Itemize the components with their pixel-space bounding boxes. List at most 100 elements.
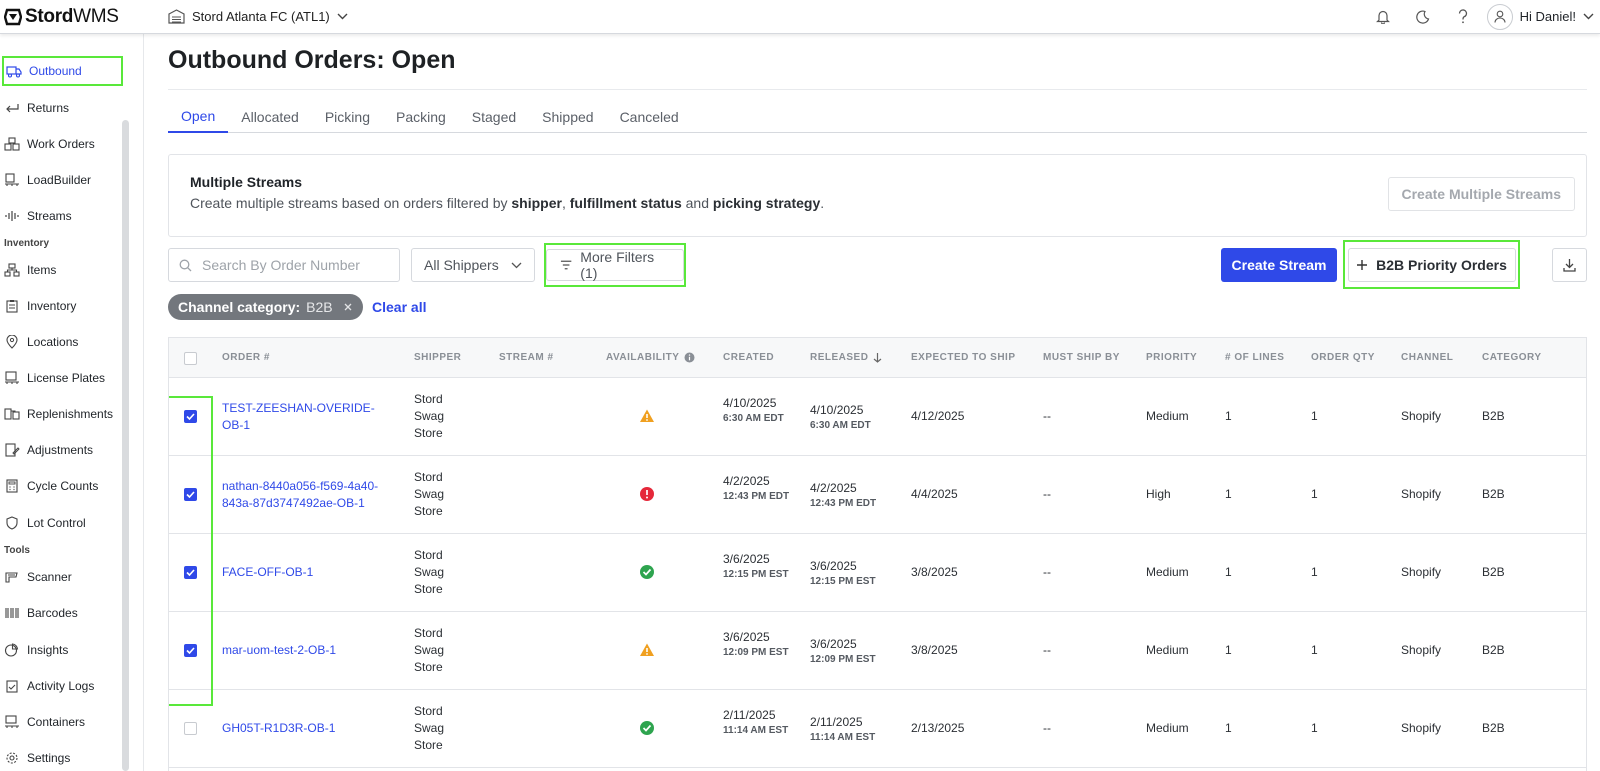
sidebar-item-activity-logs[interactable]: Activity Logs [4, 671, 122, 701]
sidebar-item-inventory[interactable]: Inventory [4, 291, 122, 321]
column-header-priority[interactable]: PRIORITY [1146, 352, 1197, 363]
user-menu[interactable]: Hi Daniel! [1486, 3, 1594, 30]
sidebar-item-outbound[interactable]: Outbound [2, 56, 123, 86]
sidebar-item-barcodes[interactable]: Barcodes [4, 598, 122, 628]
priority-cell: Medium [1146, 409, 1189, 423]
row-checkbox[interactable] [184, 722, 197, 735]
order-qty-cell: 1 [1311, 409, 1318, 423]
sidebar-item-lot-control[interactable]: Lot Control [4, 508, 122, 538]
created-cell: 3/6/2025 12:09 PM EST [723, 630, 789, 658]
order-number-link[interactable]: GH05T-R1D3R-OB-1 [222, 720, 382, 737]
column-header-category[interactable]: CATEGORY [1482, 352, 1542, 363]
order-number-link[interactable]: mar-uom-test-2-OB-1 [222, 642, 382, 659]
filter-chip-key: Channel category: [178, 299, 301, 315]
create-multiple-streams-button[interactable]: Create Multiple Streams [1387, 177, 1575, 211]
pallet-icon [5, 173, 19, 186]
close-icon[interactable] [343, 302, 353, 312]
priority-cell: Medium [1146, 565, 1189, 579]
column-header-channel[interactable]: CHANNEL [1401, 352, 1453, 363]
table-row[interactable]: mar-uom-test-2-OB-1 Stord Swag Store 3/6… [169, 612, 1586, 690]
download-button[interactable] [1552, 248, 1587, 282]
sidebar-item-items[interactable]: Items [4, 255, 122, 285]
more-filters-button[interactable]: More Filters (1) [546, 249, 684, 281]
column-header-lines[interactable]: # OF LINES [1225, 352, 1284, 363]
column-header-order-qty[interactable]: ORDER QTY [1311, 352, 1375, 363]
dark-mode-moon-icon[interactable] [1403, 0, 1443, 34]
category-cell: B2B [1482, 409, 1505, 423]
sidebar-item-adjustments[interactable]: Adjustments [4, 435, 122, 465]
shipper-cell: Stord Swag Store [414, 626, 445, 674]
sidebar-item-scanner[interactable]: Scanner [4, 562, 122, 592]
lines-cell: 1 [1225, 409, 1232, 423]
search-input[interactable] [202, 257, 382, 273]
sidebar-item-work-orders[interactable]: Work Orders [4, 129, 122, 159]
b2b-priority-highlight: B2B Priority Orders [1343, 240, 1520, 289]
sidebar-item-label: Containers [27, 715, 86, 729]
active-filter-chip: Channel category: B2B [168, 294, 363, 320]
must-ship-by-cell: -- [1043, 409, 1051, 423]
shipper-filter-dropdown[interactable]: All Shippers [411, 248, 535, 282]
facility-name: Stord Atlanta FC (ATL1) [192, 9, 330, 24]
warning-icon [640, 643, 654, 656]
sidebar-item-label: Settings [27, 751, 71, 765]
created-cell: 3/6/2025 12:15 PM EST [723, 552, 789, 580]
column-header-availability[interactable]: AVAILABILITY [606, 352, 695, 363]
table-row[interactable]: TEST-ZEESHAN-OVERIDE-OB-1 Stord Swag Sto… [169, 378, 1586, 456]
facility-selector[interactable]: Stord Atlanta FC (ATL1) [168, 9, 348, 24]
column-header-shipper[interactable]: SHIPPER [414, 352, 461, 363]
select-all-checkbox[interactable] [184, 352, 197, 365]
order-number-link[interactable]: TEST-ZEESHAN-OVERIDE-OB-1 [222, 400, 382, 434]
sidebar-item-license-plates[interactable]: License Plates [4, 363, 122, 393]
expected-ship-cell: 4/12/2025 [911, 409, 965, 423]
replenish-icon [4, 408, 20, 420]
sidebar-item-settings[interactable]: Settings [4, 743, 122, 771]
sidebar-item-loadbuilder[interactable]: LoadBuilder [4, 165, 122, 195]
table-row[interactable]: nathan-8440a056-f569-4a40-843a-87d374749… [169, 456, 1586, 534]
sidebar: Outbound Returns Work Orders LoadBuilder… [0, 34, 132, 771]
tab-packing[interactable]: Packing [383, 100, 459, 133]
order-number-link[interactable]: FACE-OFF-OB-1 [222, 564, 382, 581]
search-icon [179, 259, 192, 271]
tab-allocated[interactable]: Allocated [228, 100, 312, 133]
sidebar-item-insights[interactable]: Insights [4, 635, 122, 665]
tab-shipped[interactable]: Shipped [529, 100, 606, 133]
channel-cell: Shopify [1401, 487, 1442, 501]
help-question-icon[interactable] [1443, 0, 1483, 34]
channel-cell: Shopify [1401, 409, 1442, 423]
expected-ship-cell: 3/8/2025 [911, 643, 958, 657]
shipper-cell: Stord Swag Store [414, 704, 445, 752]
b2b-priority-orders-button[interactable]: B2B Priority Orders [1347, 247, 1516, 282]
stord-wms-logo[interactable]: StordWMS [4, 6, 162, 28]
table-row[interactable]: GH05T-R1D3R-OB-1 Stord Swag Store 2/11/2… [169, 690, 1586, 768]
column-header-expected-to-ship[interactable]: EXPECTED TO SHIP [911, 352, 1016, 363]
order-number-link[interactable]: nathan-8440a056-f569-4a40-843a-87d374749… [222, 478, 382, 512]
sidebar-item-containers[interactable]: Containers [4, 707, 122, 737]
sidebar-scrollbar[interactable] [122, 120, 129, 771]
column-header-order[interactable]: ORDER # [222, 352, 270, 363]
sidebar-item-cycle-counts[interactable]: Cycle Counts [4, 471, 122, 501]
lines-cell: 1 [1225, 721, 1232, 735]
tab-open[interactable]: Open [168, 100, 229, 133]
sidebar-item-streams[interactable]: Streams [4, 201, 122, 231]
info-icon[interactable] [684, 352, 695, 363]
column-header-created[interactable]: CREATED [723, 352, 774, 363]
filter-icon [560, 260, 572, 270]
tab-staged[interactable]: Staged [459, 100, 529, 133]
sidebar-item-returns[interactable]: Returns [4, 93, 122, 123]
column-header-must-ship-by[interactable]: MUST SHIP BY [1043, 352, 1120, 363]
clear-all-filters-link[interactable]: Clear all [372, 299, 426, 315]
tab-canceled[interactable]: Canceled [607, 100, 692, 133]
created-cell: 4/2/2025 12:43 PM EDT [723, 474, 790, 502]
sidebar-item-locations[interactable]: Locations [4, 327, 122, 357]
column-header-stream[interactable]: STREAM # [499, 352, 554, 363]
sidebar-item-replenishments[interactable]: Replenishments [4, 399, 122, 429]
stord-logo-icon [4, 8, 22, 25]
shipper-filter-value: All Shippers [424, 257, 499, 273]
table-row[interactable]: FACE-OFF-OB-1 Stord Swag Store 3/6/2025 1… [169, 534, 1586, 612]
notifications-bell-icon[interactable] [1363, 0, 1403, 34]
tab-picking[interactable]: Picking [312, 100, 383, 133]
column-header-released[interactable]: RELEASED [810, 352, 882, 363]
create-stream-button[interactable]: Create Stream [1221, 248, 1337, 282]
channel-cell: Shopify [1401, 643, 1442, 657]
table-header: ORDER # SHIPPER STREAM # AVAILABILITY CR… [169, 338, 1586, 378]
